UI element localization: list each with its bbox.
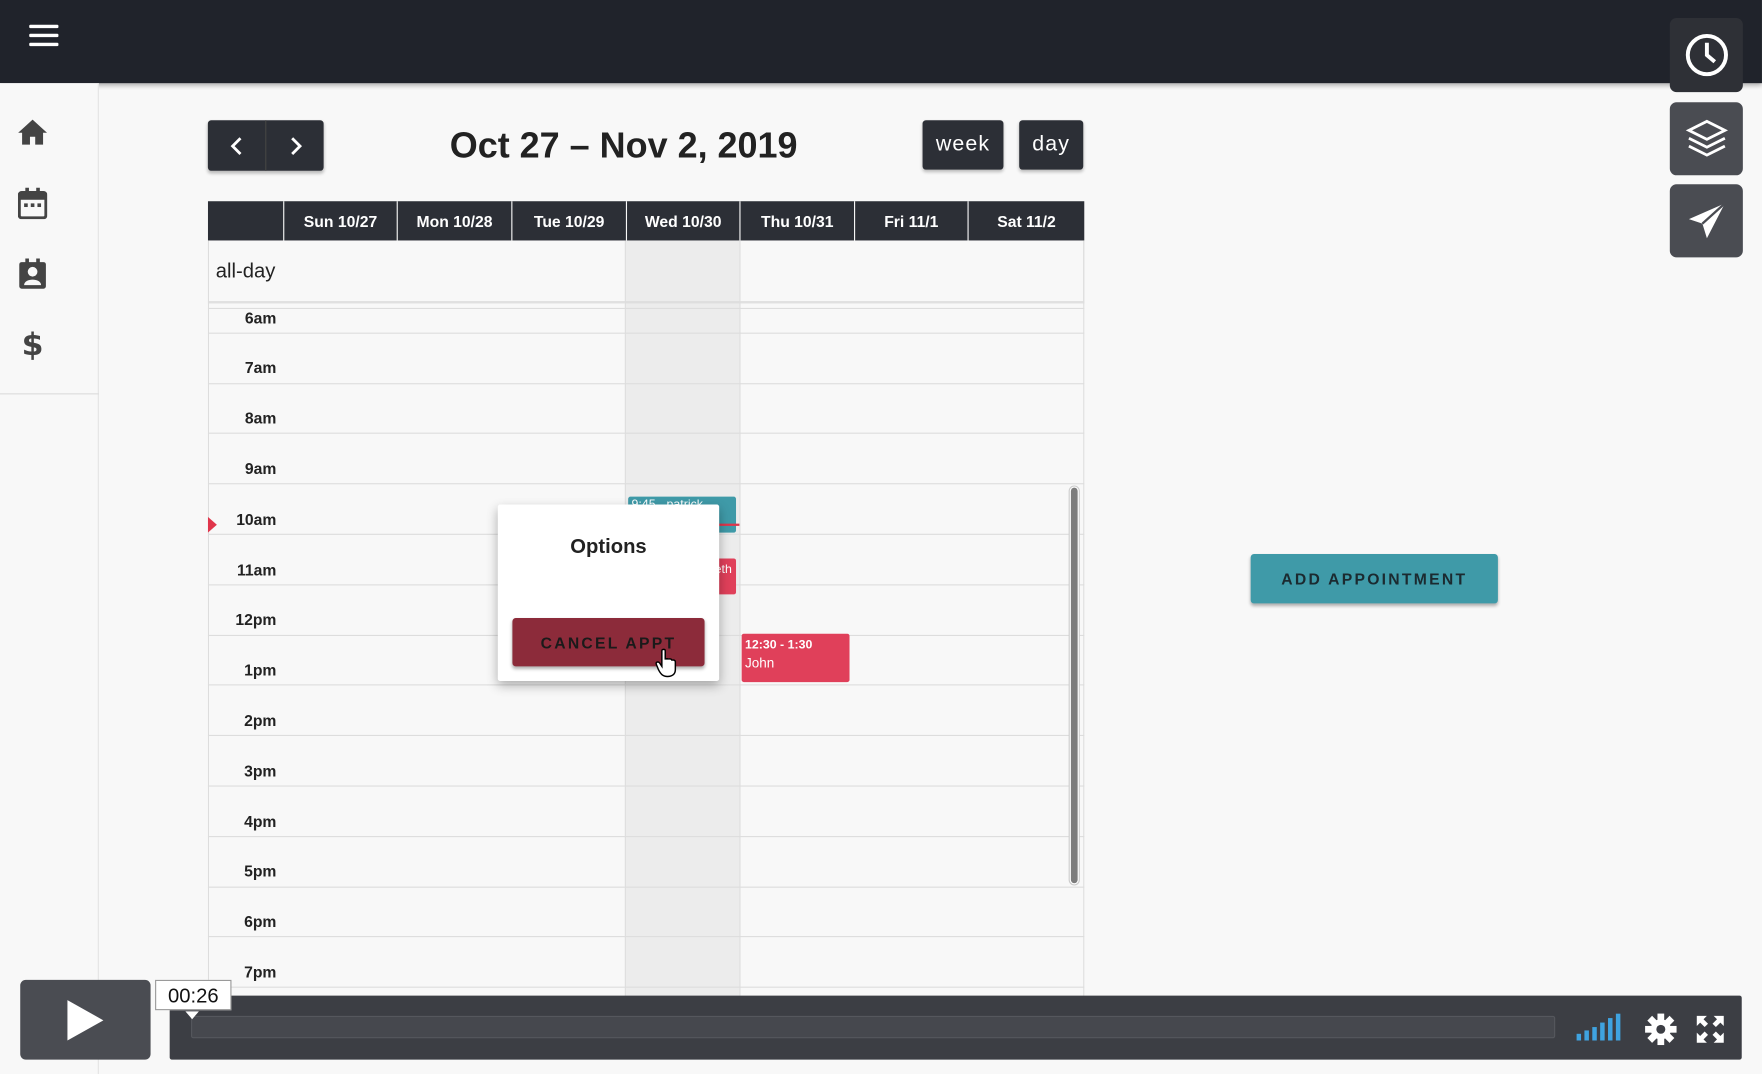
dollar-icon[interactable]: $: [16, 328, 50, 362]
time-label: 7pm: [244, 963, 277, 981]
grid-line: [207, 734, 1085, 737]
scrollbar-thumb[interactable]: [1070, 487, 1078, 884]
play-button[interactable]: [20, 979, 151, 1060]
time-label: 5pm: [244, 861, 277, 880]
app-root: $ Oct 27 – Nov 2, 2019 week day Sun 10/2…: [0, 0, 1762, 1074]
day-view-button[interactable]: day: [1019, 120, 1084, 170]
grid-line: [207, 936, 1085, 938]
calendar-event[interactable]: 12:30 - 1:30 John: [741, 633, 850, 683]
day-header[interactable]: Thu 10/31: [739, 201, 854, 241]
time-label: 6pm: [244, 912, 277, 931]
grid-line: [739, 240, 741, 999]
time-label: 8am: [244, 409, 277, 428]
layers-icon: [1685, 119, 1728, 157]
day-header[interactable]: Wed 10/30: [625, 201, 739, 241]
time-label: 7am: [244, 358, 277, 377]
date-nav-group: [207, 120, 324, 171]
play-icon: [67, 999, 104, 1040]
svg-text:$: $: [22, 328, 44, 362]
prev-week-button[interactable]: [208, 120, 265, 171]
sidebar-divider: [0, 393, 99, 395]
grid-line: [207, 785, 1085, 787]
time-label: 11am: [237, 560, 277, 579]
day-header[interactable]: Tue 10/29: [511, 201, 626, 241]
home-icon[interactable]: [16, 115, 50, 149]
current-time-arrow: [207, 516, 217, 533]
hand-cursor-icon: [655, 648, 677, 678]
contact-card-icon[interactable]: [16, 257, 50, 291]
time-label: 10am: [236, 510, 277, 529]
day-header[interactable]: Sun 10/27: [283, 201, 396, 241]
playback-time: 00:26: [155, 979, 232, 1020]
day-header[interactable]: Sat 11/2: [967, 201, 1085, 241]
chevron-right-icon: [290, 136, 302, 155]
grid-line: [207, 684, 1085, 686]
day-header[interactable]: Fri 11/1: [854, 201, 967, 241]
event-time: 12:30 - 1:30: [745, 638, 813, 652]
send-icon: [1688, 201, 1726, 238]
chevron-left-icon: [230, 136, 241, 155]
progress-bar[interactable]: [191, 1015, 1556, 1039]
event-label: John: [745, 655, 775, 671]
grid-line: [207, 307, 1085, 310]
calendar-title: Oct 27 – Nov 2, 2019: [449, 124, 798, 166]
modal-title: Options: [570, 534, 647, 558]
next-week-button[interactable]: [265, 120, 323, 171]
week-view-button[interactable]: week: [922, 120, 1004, 170]
time-label: 3pm: [244, 761, 277, 780]
send-tool-button[interactable]: [1669, 184, 1743, 258]
clock-tool-button[interactable]: [1669, 17, 1743, 93]
grid-line: [207, 483, 1085, 485]
calendar-icon[interactable]: [16, 187, 50, 221]
calendar-scrollbar[interactable]: [1068, 485, 1080, 886]
all-day-row[interactable]: [207, 240, 1085, 304]
time-label: 1pm: [244, 660, 277, 679]
grid-line: [207, 886, 1085, 888]
gear-icon[interactable]: [1643, 1011, 1679, 1047]
top-bar: [0, 0, 1762, 84]
sidebar: $: [0, 83, 99, 1074]
clock-icon: [1685, 33, 1728, 77]
calendar-header-row: Sun 10/27 Mon 10/28 Tue 10/29 Wed 10/30 …: [207, 201, 1085, 241]
time-label: 2pm: [244, 711, 277, 730]
video-player-controls: 00:26: [20, 979, 1742, 1061]
grid-line: [1083, 240, 1085, 999]
grid-line: [207, 383, 1085, 385]
hamburger-menu-icon[interactable]: [29, 24, 59, 47]
time-label: 4pm: [244, 812, 277, 831]
time-label: 6am: [244, 309, 277, 327]
add-appointment-button[interactable]: ADD APPOINTMENT: [1250, 553, 1498, 604]
grid-line: [207, 432, 1085, 434]
day-header[interactable]: Mon 10/28: [396, 201, 512, 241]
time-label: 12pm: [235, 610, 277, 629]
grid-line: [207, 836, 1085, 838]
grid-line: [207, 332, 1085, 334]
volume-bars-icon[interactable]: [1575, 1013, 1624, 1041]
layers-tool-button[interactable]: [1669, 102, 1743, 176]
grid-line: [207, 301, 1085, 303]
fullscreen-icon[interactable]: [1695, 1014, 1726, 1045]
time-label: 9am: [244, 459, 277, 478]
options-modal: Options CANCEL APPT: [497, 504, 720, 681]
all-day-label: all-day: [215, 259, 276, 283]
